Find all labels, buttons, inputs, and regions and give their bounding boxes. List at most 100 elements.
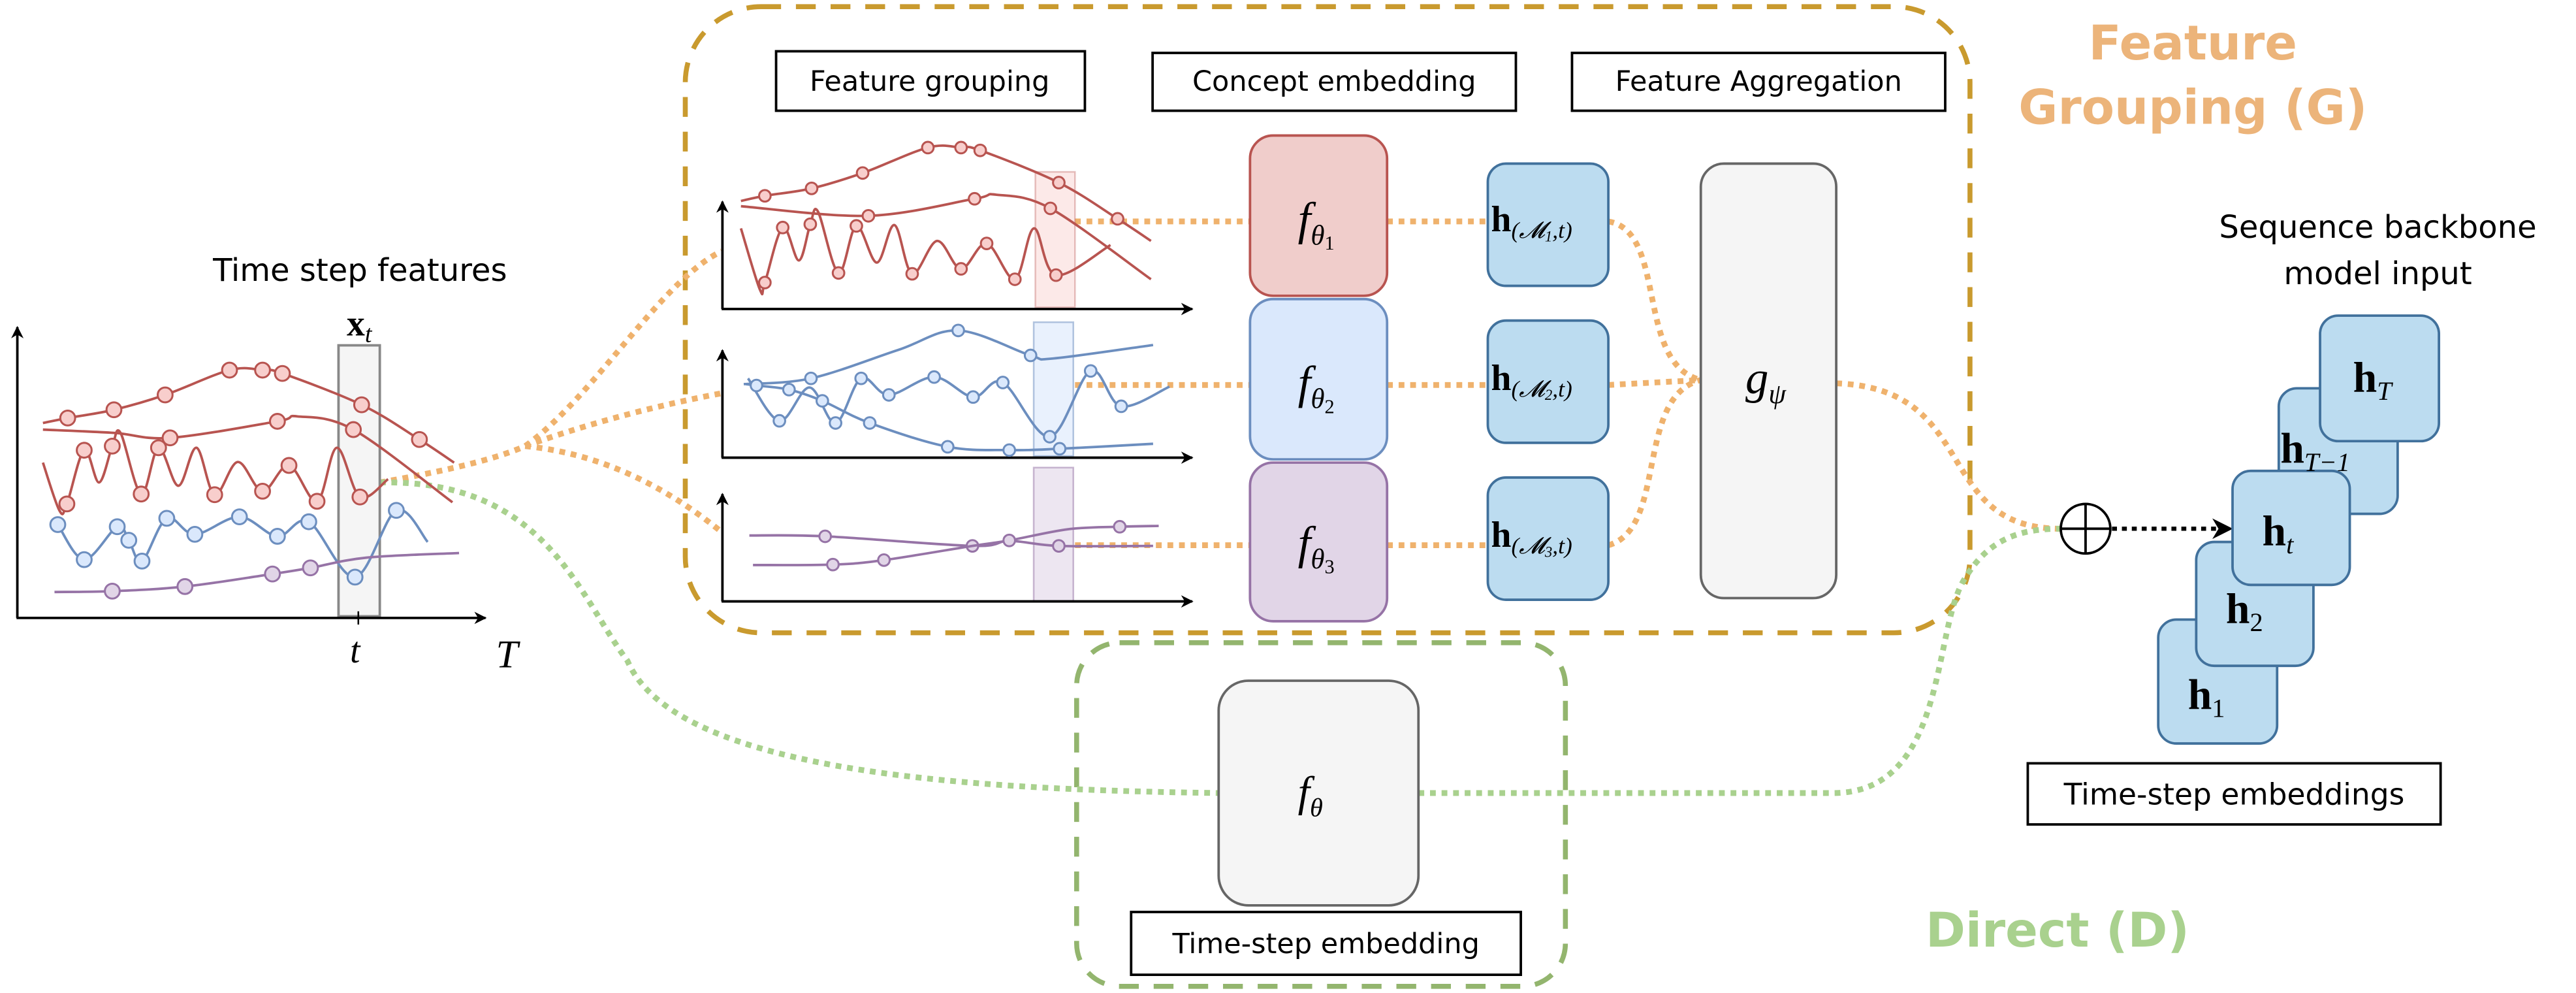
data-point (176, 578, 194, 595)
data-point (105, 401, 123, 419)
data-point (815, 394, 829, 408)
direct-title: Direct (D) (1926, 903, 2189, 958)
concept-embeddings: h(𝓜1,t) h(𝓜2,t) h(𝓜3,t) (1486, 162, 1610, 601)
direct-encoder-caption: Time-step embedding (1171, 928, 1479, 960)
data-point (300, 513, 317, 530)
concept-encoders: fθ1 fθ2 fθ3 (1248, 134, 1389, 623)
data-point (104, 437, 121, 455)
data-point (750, 378, 763, 393)
data-point (877, 553, 891, 567)
stage-label-feature-grouping: Feature grouping (810, 65, 1049, 98)
path-to-group-3 (524, 443, 724, 534)
aggregator-to-combine (1836, 380, 2061, 532)
red-series-3 (41, 429, 389, 515)
data-point (863, 416, 877, 430)
data-point (782, 383, 796, 397)
concept-encoder-1 (1248, 134, 1389, 297)
data-point (1002, 533, 1016, 547)
group-3-series-1-line (749, 534, 1153, 548)
data-point (1049, 268, 1063, 282)
data-point (411, 431, 428, 448)
group-1-series-2-line (740, 193, 1152, 281)
circled-plus-icon (2059, 502, 2112, 555)
data-point (905, 267, 919, 281)
data-point (850, 219, 863, 233)
data-point (1052, 176, 1066, 189)
data-point (186, 526, 204, 543)
time-step-embedding-stack: h1 h2 ht hT−1 hT (2157, 314, 2441, 745)
data-point (855, 166, 870, 180)
grouping-title: Feature (2089, 16, 2297, 71)
data-point (221, 361, 238, 379)
data-point (150, 439, 167, 457)
data-point (757, 276, 772, 289)
data-point (351, 488, 369, 506)
data-point (996, 376, 1010, 389)
data-point (831, 266, 846, 280)
red-series-2 (42, 413, 454, 504)
output-caption: Time-step embeddings (2063, 777, 2405, 812)
stage-label-concept-embedding: Concept embedding (1192, 65, 1476, 98)
stage-label-feature-aggregation: Feature Aggregation (1615, 65, 1902, 98)
data-point (1002, 443, 1016, 457)
data-point (1043, 430, 1057, 444)
group-1-window (1034, 171, 1076, 308)
data-point (264, 565, 281, 583)
embedding-ht (2231, 469, 2351, 587)
group-1-series-2 (740, 191, 1152, 281)
data-point (1111, 212, 1124, 226)
data-point (59, 409, 76, 427)
data-point (966, 390, 980, 404)
output-title: Sequence backbone (2219, 209, 2536, 246)
data-point (254, 361, 271, 379)
input-time-series-chart: Time step features xt t T (11, 252, 520, 677)
data-point (388, 502, 405, 519)
purple-series (54, 551, 460, 600)
data-point (120, 532, 138, 549)
group-1-series-1 (740, 140, 1152, 242)
data-point (133, 552, 151, 570)
data-point (346, 568, 364, 586)
data-point (1008, 272, 1022, 286)
data-point (854, 371, 868, 385)
data-point (954, 262, 968, 276)
data-point (308, 493, 326, 510)
data-point (927, 370, 941, 384)
data-point (973, 143, 987, 157)
data-point (804, 371, 818, 385)
data-point (280, 457, 298, 474)
data-point (776, 220, 790, 235)
window-label: xt (347, 303, 373, 348)
data-point (818, 529, 833, 544)
data-point (1043, 201, 1057, 216)
data-point (829, 416, 842, 430)
grouping-title-line2: Grouping (G) (2018, 80, 2367, 136)
method-diagram: Time step features xt t T Feature groupi… (11, 4, 2537, 989)
data-point (861, 208, 876, 223)
data-point (274, 365, 291, 382)
data-point (268, 528, 286, 545)
data-point (1113, 519, 1127, 534)
t-tick-label: t (350, 630, 361, 671)
data-point (772, 414, 786, 428)
data-point (1114, 399, 1128, 414)
concept-encoder-3 (1248, 461, 1389, 623)
data-point (940, 440, 955, 454)
data-point (979, 236, 994, 250)
embedding-1-to-aggregator (1608, 218, 1702, 383)
data-point (968, 191, 981, 206)
concept-encoder-2 (1248, 297, 1389, 461)
data-point (133, 485, 150, 503)
data-point (345, 421, 362, 438)
data-point (231, 508, 248, 526)
time-axis-label: T (496, 633, 520, 677)
data-point (954, 140, 968, 155)
data-point (1053, 442, 1067, 456)
data-point (826, 557, 840, 572)
data-point (254, 483, 271, 500)
data-point (882, 388, 896, 402)
data-point (951, 323, 965, 338)
data-point (58, 495, 76, 513)
data-point (158, 510, 176, 527)
data-point (803, 217, 818, 231)
